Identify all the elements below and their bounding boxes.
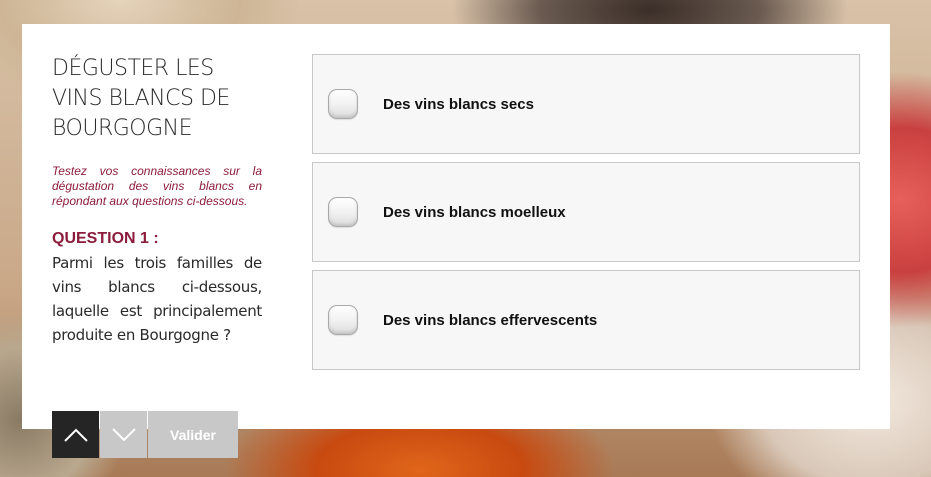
answer-label: Des vins blancs moelleux [383, 203, 566, 221]
answer-label: Des vins blancs secs [383, 95, 534, 113]
question-text: Parmi les trois familles de vins blancs … [52, 254, 262, 344]
intro-text: Testez vos connaissances sur la dégustat… [52, 164, 262, 208]
answer-list: Des vins blancs secs Des vins blancs moe… [312, 54, 860, 378]
page-title: DÉGUSTER LES VINS BLANCS DE BOURGOGNE [52, 56, 230, 141]
validate-button[interactable]: Valider [148, 411, 238, 458]
next-question-button[interactable] [100, 411, 147, 458]
previous-question-button[interactable] [52, 411, 99, 458]
radio-button[interactable] [328, 305, 358, 335]
answer-label: Des vins blancs effervescents [383, 311, 598, 329]
question-number: QUESTION 1 : [52, 230, 159, 247]
quiz-card: DÉGUSTER LES VINS BLANCS DE BOURGOGNE Te… [22, 24, 890, 429]
question-panel: DÉGUSTER LES VINS BLANCS DE BOURGOGNE Te… [52, 54, 262, 347]
chevron-up-icon [63, 428, 88, 442]
radio-button[interactable] [328, 89, 358, 119]
quiz-navigation: Valider [52, 411, 238, 458]
chevron-down-icon [111, 427, 136, 441]
answer-option-moelleux[interactable]: Des vins blancs moelleux [312, 162, 860, 262]
answer-option-secs[interactable]: Des vins blancs secs [312, 54, 860, 154]
radio-button[interactable] [328, 197, 358, 227]
answer-option-effervescents[interactable]: Des vins blancs effervescents [312, 270, 860, 370]
